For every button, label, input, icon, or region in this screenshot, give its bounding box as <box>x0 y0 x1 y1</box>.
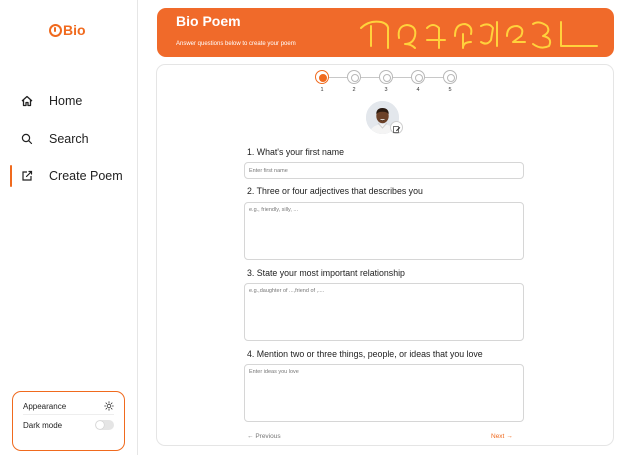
question-1-label: 1. What's your first name <box>247 147 345 157</box>
step-2[interactable] <box>347 70 361 84</box>
poem-form-card: 1 2 3 4 5 1. What's your first name 2. T… <box>156 64 614 446</box>
question-3-label: 3. State your most important relationshi… <box>247 268 405 278</box>
sidebar-item-label: Home <box>49 94 83 108</box>
adjectives-textarea[interactable] <box>244 202 524 260</box>
step-number: 5 <box>448 87 452 93</box>
dark-mode-toggle[interactable] <box>95 420 114 430</box>
app-logo[interactable]: Bio <box>49 22 86 38</box>
loves-textarea[interactable] <box>244 364 524 422</box>
step-connector <box>361 77 379 78</box>
step-number: 1 <box>320 87 324 93</box>
page-title: Bio Poem <box>176 13 241 29</box>
sidebar: Bio Home Search Create Poem Appearance D… <box>0 0 138 455</box>
sun-icon[interactable] <box>104 401 114 411</box>
page-banner: Bio Poem Answer questions below to creat… <box>157 8 614 57</box>
progress-stepper: 1 2 3 4 5 <box>315 70 465 96</box>
sidebar-item-label: Search <box>49 132 89 146</box>
arrow-left-icon: ← <box>247 433 254 440</box>
step-connector <box>393 77 411 78</box>
appearance-row[interactable]: Appearance <box>23 400 114 412</box>
previous-button[interactable]: ← Previous <box>247 433 281 440</box>
step-5[interactable] <box>443 70 457 84</box>
sidebar-item-label: Create Poem <box>49 169 123 183</box>
edit-avatar-button[interactable] <box>390 121 403 134</box>
dark-mode-row: Dark mode <box>23 419 114 431</box>
next-button[interactable]: Next → <box>491 433 513 440</box>
sidebar-item-home[interactable]: Home <box>0 90 137 112</box>
home-icon <box>21 95 33 107</box>
step-connector <box>329 77 347 78</box>
next-label: Next <box>491 433 505 440</box>
relationship-textarea[interactable] <box>244 283 524 341</box>
settings-panel: Appearance Dark mode <box>12 391 125 451</box>
sidebar-item-search[interactable]: Search <box>0 128 137 150</box>
banner-decoration-graphic <box>360 20 598 49</box>
step-number: 3 <box>384 87 388 93</box>
question-2-label: 2. Three or four adjectives that describ… <box>247 186 423 196</box>
previous-label: Previous <box>255 433 281 440</box>
arrow-right-icon: → <box>506 433 513 440</box>
settings-divider <box>23 414 114 415</box>
step-4[interactable] <box>411 70 425 84</box>
search-icon <box>21 133 33 145</box>
step-number: 4 <box>416 87 420 93</box>
dark-mode-label: Dark mode <box>23 420 63 430</box>
edit-icon <box>393 126 401 133</box>
question-4-label: 4. Mention two or three things, people, … <box>247 349 483 359</box>
sidebar-item-create-poem[interactable]: Create Poem <box>0 165 137 187</box>
logo-icon <box>49 23 62 37</box>
page-subtitle: Answer questions below to create your po… <box>176 41 296 47</box>
first-name-input[interactable] <box>244 162 524 179</box>
appearance-label: Appearance <box>23 401 67 411</box>
logo-text: Bio <box>63 22 86 38</box>
step-connector <box>425 77 443 78</box>
step-1[interactable] <box>315 70 329 84</box>
step-3[interactable] <box>379 70 393 84</box>
step-number: 2 <box>352 87 356 93</box>
create-icon <box>22 170 33 181</box>
